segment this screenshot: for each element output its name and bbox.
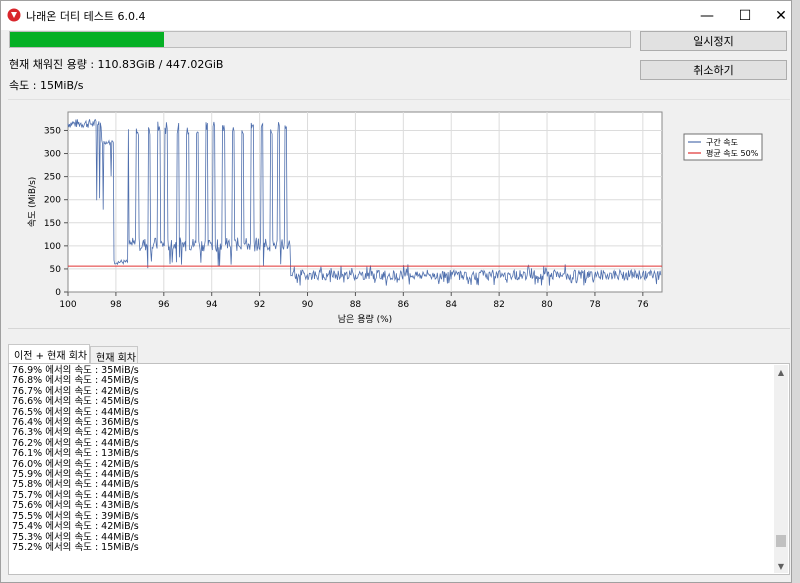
x-tick-label: 98: [110, 300, 122, 310]
scroll-thumb[interactable]: [776, 534, 786, 548]
x-tick-label: 90: [302, 300, 314, 310]
x-tick-label: 80: [541, 300, 553, 310]
y-tick-label: 250: [44, 173, 61, 183]
y-axis-label: 속도 (MiB/s): [27, 177, 38, 228]
x-tick-label: 94: [206, 300, 218, 310]
x-axis-label: 남은 용량 (%): [338, 313, 392, 325]
log-line: 75.4% 에서의 속도 : 42MiB/s: [12, 521, 139, 533]
y-tick-label: 150: [44, 219, 61, 229]
fill-progress-bar: [9, 31, 631, 48]
filled-capacity-text: 현재 채워진 용량 : 110.83GiB / 447.02GiB: [9, 58, 224, 71]
cancel-button[interactable]: 취소하기: [640, 60, 787, 80]
x-tick-label: 82: [493, 300, 504, 310]
y-tick-label: 200: [44, 196, 61, 206]
log-scrollbar[interactable]: ▲ ▼: [774, 365, 788, 573]
x-tick-label: 86: [398, 300, 410, 310]
title-bar[interactable]: 나래온 더티 테스트 6.0.4 — ☐ ✕: [1, 1, 791, 30]
legend-label: 구간 속도: [706, 137, 738, 147]
pause-button[interactable]: 일시정지: [640, 31, 787, 51]
x-tick-label: 76: [637, 300, 649, 310]
y-tick-label: 50: [50, 265, 62, 275]
tab-all-rounds[interactable]: 이전 + 현재 회차: [8, 344, 90, 364]
maximize-icon: ☐: [738, 7, 752, 24]
tab-current-round[interactable]: 현재 회차: [90, 346, 138, 364]
legend-label: 평균 속도 50%: [706, 148, 759, 158]
speed-text: 속도 : 15MiB/s: [9, 79, 84, 92]
log-list: 76.9% 에서의 속도 : 35MiB/s 76.8% 에서의 속도 : 45M…: [12, 365, 139, 553]
scroll-up-icon[interactable]: ▲: [774, 365, 788, 379]
window-title: 나래온 더티 테스트 6.0.4: [26, 10, 146, 23]
log-line: 75.2% 에서의 속도 : 15MiB/s: [12, 541, 139, 553]
speed-log[interactable]: 76.9% 에서의 속도 : 35MiB/s 76.8% 에서의 속도 : 45M…: [8, 363, 790, 575]
scroll-down-icon[interactable]: ▼: [774, 559, 788, 573]
x-tick-label: 96: [158, 300, 170, 310]
y-tick-label: 0: [55, 288, 61, 298]
x-tick-label: 100: [59, 300, 76, 310]
maximize-button[interactable]: ☐: [728, 1, 762, 30]
close-button[interactable]: ✕: [764, 1, 798, 30]
minimize-button[interactable]: —: [690, 1, 724, 30]
app-window: 나래온 더티 테스트 6.0.4 — ☐ ✕ 일시정지 취소하기 현재 채워진 …: [0, 0, 792, 583]
minimize-icon: —: [700, 7, 714, 24]
progress-fill: [10, 32, 164, 47]
x-tick-label: 88: [350, 300, 362, 310]
y-tick-label: 300: [44, 150, 61, 160]
x-tick-label: 92: [254, 300, 265, 310]
x-tick-label: 78: [589, 300, 601, 310]
speed-chart: 100 98 96 94 92 90 88 86 84 82 80 78 76 0 50 100 150 200 2…: [27, 111, 763, 325]
app-logo-icon: [7, 8, 21, 22]
y-tick-label: 350: [44, 126, 61, 136]
background-desktop: [792, 0, 800, 583]
y-tick-label: 100: [44, 242, 61, 252]
chart-panel: 100 98 96 94 92 90 88 86 84 82 80 78 76 0 50 100 150 200 2…: [8, 99, 790, 329]
x-tick-label: 84: [445, 300, 457, 310]
close-icon: ✕: [775, 7, 787, 24]
